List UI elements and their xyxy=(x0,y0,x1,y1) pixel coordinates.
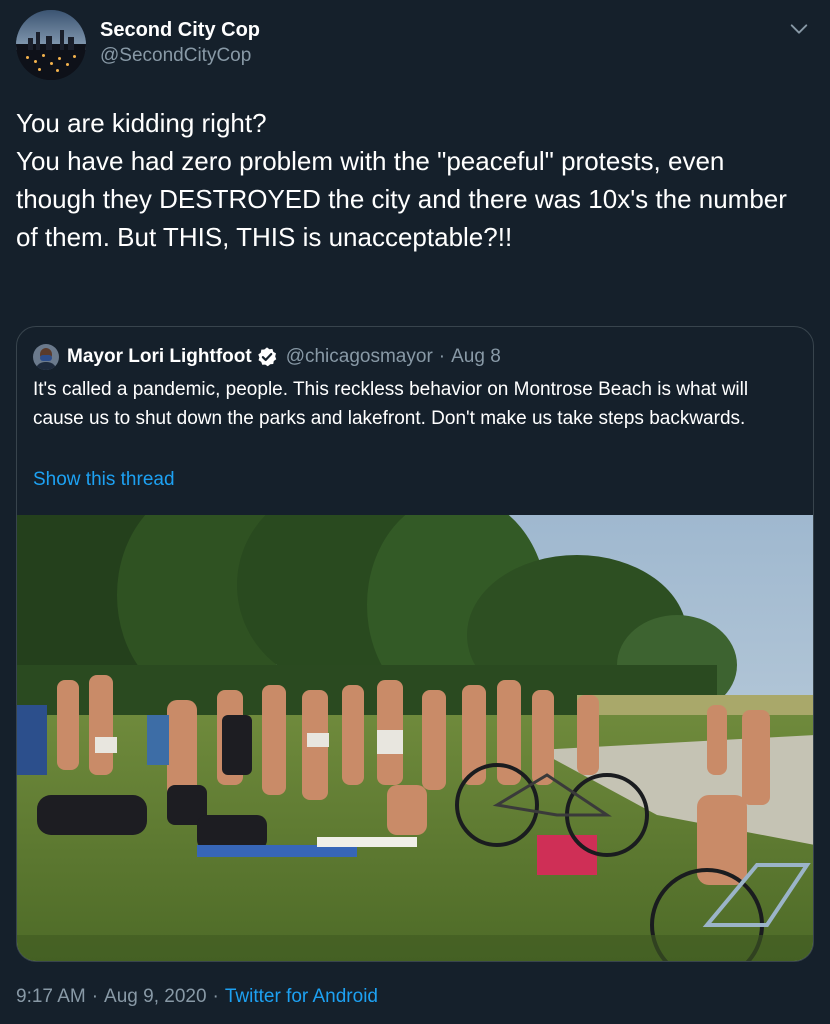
quoted-author-name: Mayor Lori Lightfoot xyxy=(67,346,252,367)
author-avatar[interactable] xyxy=(16,10,86,80)
author-names: Second City Cop @SecondCityCop xyxy=(100,18,260,68)
tweet-footer: 9:17 AM · Aug 9, 2020 · Twitter for Andr… xyxy=(16,986,378,1008)
author-handle[interactable]: @SecondCityCop xyxy=(100,44,260,68)
quoted-tweet-photo[interactable] xyxy=(17,515,813,961)
show-thread-link[interactable]: Show this thread xyxy=(33,469,175,491)
tweet-text-line: You have had zero problem with the "peac… xyxy=(16,146,787,252)
footer-separator: · xyxy=(212,986,219,1007)
tweet-header: Second City Cop @SecondCityCop xyxy=(16,10,816,80)
chevron-down-icon[interactable] xyxy=(788,18,810,40)
quoted-author-avatar xyxy=(33,344,59,370)
tweet-text: You are kidding right? You have had zero… xyxy=(16,104,806,256)
quoted-tweet[interactable]: Mayor Lori Lightfoot @chicagosmayor · Au… xyxy=(16,326,814,962)
footer-separator: · xyxy=(91,986,99,1007)
quoted-tweet-text: It's called a pandemic, people. This rec… xyxy=(33,379,749,429)
quoted-author-handle: @chicagosmayor xyxy=(285,346,433,367)
verified-badge-icon xyxy=(257,347,276,367)
tweet-source-link[interactable]: Twitter for Android xyxy=(225,986,378,1008)
tweet-text-line: You are kidding right? xyxy=(16,108,267,138)
tweet-card: Second City Cop @SecondCityCop You are k… xyxy=(0,0,830,1024)
tweet-time[interactable]: 9:17 AM xyxy=(16,986,86,1008)
author-display-name[interactable]: Second City Cop xyxy=(100,18,260,42)
quoted-tweet-header: Mayor Lori Lightfoot @chicagosmayor · Au… xyxy=(33,343,501,371)
date-separator: · xyxy=(438,346,446,367)
tweet-date[interactable]: Aug 9, 2020 xyxy=(104,986,206,1008)
quoted-date: Aug 8 xyxy=(451,346,501,367)
